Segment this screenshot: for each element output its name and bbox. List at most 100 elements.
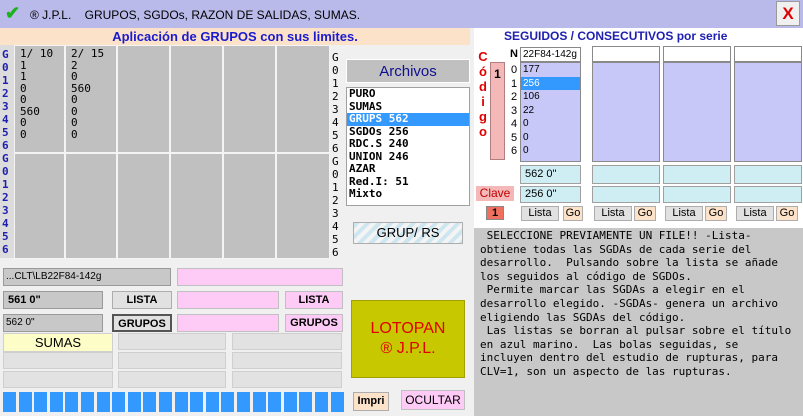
- row-label: 4: [2, 113, 9, 126]
- seguidos-col-box-1: [592, 165, 660, 184]
- impri-button[interactable]: Impri: [353, 392, 389, 411]
- row-label: 1: [2, 74, 9, 87]
- pink-field-lista[interactable]: [177, 291, 279, 309]
- lista-button-2[interactable]: Lista: [594, 206, 632, 221]
- archivo-item[interactable]: RDC.S 240: [347, 137, 469, 151]
- go-button-3[interactable]: Go: [705, 206, 727, 221]
- progress-segment: [3, 392, 18, 412]
- sumas-cell: [232, 352, 342, 369]
- archivos-list[interactable]: PURO SUMAS GRUPS 562 SGDOs 256 RDC.S 240 UNIO…: [346, 87, 470, 206]
- row-label: G: [2, 152, 9, 165]
- seguidos-item[interactable]: 0: [521, 117, 580, 131]
- archivo-item[interactable]: GRUPS 562: [347, 112, 469, 126]
- n-row: 2: [511, 91, 518, 103]
- lista-button[interactable]: LISTA: [112, 291, 172, 309]
- seguidos-col-list[interactable]: [734, 62, 802, 162]
- row-label: 3: [2, 100, 9, 113]
- sumas-cell: [118, 352, 226, 369]
- seguidos-item[interactable]: 0: [521, 144, 580, 158]
- close-button[interactable]: X: [776, 1, 800, 26]
- row-label: 6: [2, 139, 9, 152]
- seguidos-col-list[interactable]: [663, 62, 731, 162]
- go-button-2[interactable]: Go: [634, 206, 656, 221]
- seguidos-col-list[interactable]: [592, 62, 660, 162]
- codigo-letter: ó: [479, 64, 487, 79]
- pink-field-grupos[interactable]: [177, 314, 279, 332]
- n-label: N: [510, 48, 518, 60]
- value-561-field: 561 0": [3, 291, 103, 309]
- progress-segment: [315, 392, 330, 412]
- seguidos-item[interactable]: 0: [521, 131, 580, 145]
- row-label: 1: [332, 181, 339, 194]
- archivo-item[interactable]: Mixto: [347, 187, 469, 201]
- row-label: 2: [332, 90, 339, 103]
- pink-field-top[interactable]: [177, 268, 343, 286]
- codigo-letter: o: [479, 124, 487, 139]
- codigo-letter: d: [479, 79, 487, 94]
- seguidos-col-file: [734, 46, 802, 62]
- progress-segment: [18, 392, 34, 412]
- grup-rs-button[interactable]: GRUP/ RS: [353, 222, 463, 244]
- lotopan-copyright: ® J.P.L.: [380, 340, 436, 357]
- lista-button-3[interactable]: Lista: [665, 206, 703, 221]
- seguidos-col-box-1: [663, 165, 731, 184]
- seguidos-col-file: [663, 46, 731, 62]
- archivo-item[interactable]: PURO: [347, 87, 469, 101]
- row-label: 6: [332, 142, 339, 155]
- progress-segment: [299, 392, 315, 412]
- archivo-item[interactable]: AZAR: [347, 162, 469, 176]
- progress-segment: [65, 392, 81, 412]
- row-label: 4: [332, 220, 339, 233]
- go-button-1[interactable]: Go: [563, 206, 583, 221]
- row-label: 5: [2, 126, 9, 139]
- grid-cell: [170, 45, 223, 153]
- left-row-labels: G0123456G0123456: [0, 45, 14, 258]
- seguidos-box-1: 562 0": [520, 165, 581, 184]
- progress-segment: [96, 392, 112, 412]
- sumas-cell: [3, 371, 113, 388]
- sumas-cell: [3, 352, 113, 369]
- grid-cell: [117, 153, 170, 259]
- progress-segment: [127, 392, 143, 412]
- clave-value[interactable]: 1: [486, 206, 504, 220]
- row-label: 1: [2, 178, 9, 191]
- codigo-label: Código: [476, 49, 490, 161]
- seguidos-title[interactable]: SEGUIDOS / CONSECUTIVOS por serie: [474, 28, 803, 45]
- row-label: 0: [332, 168, 339, 181]
- row-label: 3: [2, 204, 9, 217]
- row-label: G: [2, 48, 9, 61]
- seguidos-item[interactable]: 256: [521, 76, 580, 90]
- grid-cell: [170, 153, 223, 259]
- seguidos-item[interactable]: 22: [521, 104, 580, 118]
- grid-cell: [276, 153, 330, 259]
- seguidos-item[interactable]: 177: [521, 63, 580, 77]
- grid-cell: [223, 45, 276, 153]
- archivos-header[interactable]: Archivos: [346, 59, 470, 83]
- lotopan-logo: LOTOPAN ® J.P.L.: [351, 300, 465, 378]
- progress-segment: [112, 392, 128, 412]
- lista-button-4[interactable]: Lista: [736, 206, 774, 221]
- grupos-button[interactable]: GRUPOS: [112, 314, 172, 332]
- row-label: 6: [2, 243, 9, 256]
- seguidos-list[interactable]: 177 256 106 22 0 0 0: [520, 62, 581, 162]
- sumas-label[interactable]: SUMAS: [3, 333, 113, 352]
- row-label: 5: [332, 233, 339, 246]
- value-562-field: 562 0": [3, 314, 103, 332]
- right-row-labels: G0123456G0123456: [330, 45, 342, 259]
- grid-cell: [276, 45, 330, 153]
- go-button-4[interactable]: Go: [776, 206, 798, 221]
- file-path-field: ...CLT\LB22F84-142g: [3, 268, 171, 286]
- lista-pink-button[interactable]: LISTA: [285, 291, 343, 309]
- grid-cell: 2/ 15 2 0 560 0 0 0 0: [65, 45, 117, 153]
- ocultar-button[interactable]: OCULTAR: [401, 390, 465, 410]
- progress-segment: [190, 392, 206, 412]
- lista-button-1[interactable]: Lista: [521, 206, 559, 221]
- seguidos-col-box-2: [592, 186, 660, 203]
- grid-cell: [14, 153, 65, 259]
- seguidos-item[interactable]: 106: [521, 90, 580, 104]
- sumas-cell: [118, 333, 226, 350]
- seguidos-col-box-1: [734, 165, 802, 184]
- row-label: 0: [332, 64, 339, 77]
- progress-segment: [174, 392, 190, 412]
- grupos-pink-button[interactable]: GRUPOS: [285, 314, 343, 332]
